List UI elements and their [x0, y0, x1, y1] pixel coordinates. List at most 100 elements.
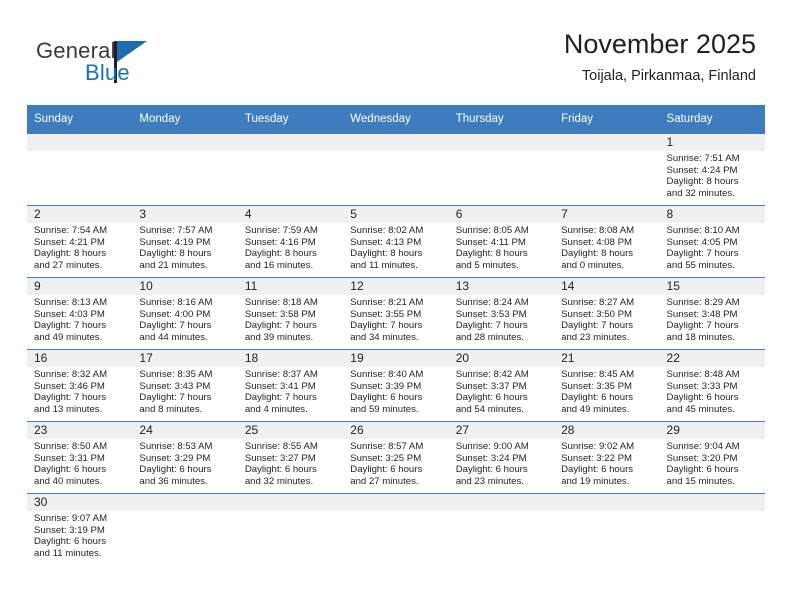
calendar-day-cell[interactable]: 19 Sunrise: 8:40 AM Sunset: 3:39 PM Dayligh…: [343, 349, 449, 422]
calendar-day-cell[interactable]: 10 Sunrise: 8:16 AM Sunset: 4:00 PM Dayligh…: [132, 277, 238, 350]
daylight-text-line1: Daylight: 7 hours: [350, 320, 423, 332]
weekday-header-saturday: Saturday: [659, 105, 765, 134]
sunrise-text: Sunrise: 8:13 AM: [34, 297, 108, 308]
day-details: Sunrise: 8:53 AM Sunset: 3:29 PM Daylight:…: [132, 439, 237, 487]
calendar-cell-inner: [132, 134, 238, 205]
calendar-day-cell[interactable]: 3 Sunrise: 7:57 AM Sunset: 4:19 PM Daylight…: [132, 205, 238, 278]
day-details: Sunrise: 8:27 AM Sunset: 3:50 PM Daylight:…: [554, 295, 659, 343]
day-number: 20: [448, 350, 555, 367]
sunrise-text: Sunrise: 9:00 AM: [455, 441, 529, 452]
sunset-text: Sunset: 3:41 PM: [244, 380, 316, 392]
calendar-day-cell[interactable]: 30 Sunrise: 9:07 AM Sunset: 3:19 PM Dayligh…: [27, 493, 133, 565]
sunset-text: Sunset: 3:43 PM: [139, 380, 211, 392]
calendar-cell-inner: 18 Sunrise: 8:37 AM Sunset: 3:41 PM Dayligh…: [237, 350, 344, 421]
brand-logo[interactable]: General Blue: [36, 38, 236, 90]
daylight-text-line1: Daylight: 7 hours: [34, 320, 106, 332]
calendar-cell-inner: 23 Sunrise: 8:50 AM Sunset: 3:31 PM Dayligh…: [27, 422, 133, 493]
calendar-day-cell[interactable]: 7 Sunrise: 8:08 AM Sunset: 4:08 PM Daylight…: [554, 205, 660, 278]
calendar-day-cell[interactable]: 8 Sunrise: 8:10 AM Sunset: 4:05 PM Daylight…: [659, 205, 765, 278]
daylight-text-line2: and 28 minutes.: [455, 331, 524, 343]
calendar-day-cell[interactable]: 9 Sunrise: 8:13 AM Sunset: 4:03 PM Daylight…: [27, 277, 133, 350]
calendar-cell-inner: 2 Sunrise: 7:54 AM Sunset: 4:21 PM Daylight…: [27, 206, 133, 277]
calendar-cell-inner: 5 Sunrise: 8:02 AM Sunset: 4:13 PM Daylight…: [343, 206, 449, 277]
calendar-day-cell[interactable]: 20 Sunrise: 8:42 AM Sunset: 3:37 PM Dayligh…: [448, 349, 555, 422]
day-number: [343, 494, 449, 511]
sunrise-text: Sunrise: 8:27 AM: [561, 297, 635, 308]
page-title: November 2025: [563, 29, 756, 59]
sunset-text: Sunset: 3:20 PM: [666, 452, 738, 464]
daylight-text-line2: and 0 minutes.: [561, 259, 625, 271]
day-number: [27, 134, 133, 151]
calendar-day-cell[interactable]: 1 Sunrise: 7:51 AM Sunset: 4:24 PM Daylight…: [659, 133, 765, 206]
calendar-cell-empty: [554, 133, 660, 206]
daylight-text-line1: Daylight: 6 hours: [244, 464, 317, 476]
calendar-cell-inner: 13 Sunrise: 8:24 AM Sunset: 3:53 PM Dayligh…: [448, 278, 555, 349]
calendar-day-cell[interactable]: 13 Sunrise: 8:24 AM Sunset: 3:53 PM Dayligh…: [448, 277, 555, 350]
calendar-day-cell[interactable]: 6 Sunrise: 8:05 AM Sunset: 4:11 PM Daylight…: [448, 205, 555, 278]
day-number: 11: [237, 278, 344, 295]
calendar-day-cell[interactable]: 18 Sunrise: 8:37 AM Sunset: 3:41 PM Dayligh…: [237, 349, 344, 422]
daylight-text-line1: Daylight: 7 hours: [139, 320, 212, 332]
day-number: 23: [27, 422, 133, 439]
calendar-day-cell[interactable]: 16 Sunrise: 8:32 AM Sunset: 3:46 PM Dayligh…: [27, 349, 133, 422]
day-number: 24: [132, 422, 238, 439]
daylight-text-line2: and 49 minutes.: [34, 331, 103, 343]
sunset-text: Sunset: 3:53 PM: [455, 308, 527, 320]
daylight-text-line1: Daylight: 8 hours: [666, 176, 739, 188]
day-details: Sunrise: 8:18 AM Sunset: 3:58 PM Daylight:…: [238, 295, 343, 343]
sunrise-text: Sunrise: 8:16 AM: [139, 297, 213, 308]
calendar-day-cell[interactable]: 23 Sunrise: 8:50 AM Sunset: 3:31 PM Dayligh…: [27, 421, 133, 494]
sunrise-text: Sunrise: 8:37 AM: [244, 369, 318, 380]
calendar-day-cell[interactable]: 2 Sunrise: 7:54 AM Sunset: 4:21 PM Daylight…: [27, 205, 133, 278]
calendar-cell-empty: [448, 493, 555, 565]
day-details: Sunrise: 9:07 AM Sunset: 3:19 PM Daylight:…: [27, 511, 132, 559]
calendar-day-cell[interactable]: 29 Sunrise: 9:04 AM Sunset: 3:20 PM Dayligh…: [659, 421, 765, 494]
daylight-text-line1: Daylight: 7 hours: [244, 320, 317, 332]
calendar-cell-inner: 3 Sunrise: 7:57 AM Sunset: 4:19 PM Daylight…: [132, 206, 238, 277]
calendar-table: Sunday Monday Tuesday Wednesday Thursday…: [27, 105, 765, 565]
daylight-text-line1: Daylight: 6 hours: [666, 464, 739, 476]
calendar-day-cell[interactable]: 15 Sunrise: 8:29 AM Sunset: 3:48 PM Dayligh…: [659, 277, 765, 350]
calendar-cell-inner: 17 Sunrise: 8:35 AM Sunset: 3:43 PM Dayligh…: [132, 350, 238, 421]
calendar-cell-empty: [554, 493, 660, 565]
daylight-text-line2: and 55 minutes.: [666, 259, 735, 271]
daylight-text-line1: Daylight: 8 hours: [561, 248, 634, 260]
calendar-day-cell[interactable]: 24 Sunrise: 8:53 AM Sunset: 3:29 PM Dayligh…: [132, 421, 238, 494]
day-number: 9: [27, 278, 133, 295]
calendar-day-cell[interactable]: 27 Sunrise: 9:00 AM Sunset: 3:24 PM Dayligh…: [448, 421, 555, 494]
daylight-text-line1: Daylight: 6 hours: [666, 392, 739, 404]
calendar-cell-inner: [237, 134, 344, 205]
calendar-day-cell[interactable]: 17 Sunrise: 8:35 AM Sunset: 3:43 PM Dayligh…: [132, 349, 238, 422]
calendar-cell-inner: 1 Sunrise: 7:51 AM Sunset: 4:24 PM Daylight…: [659, 134, 765, 205]
calendar-day-cell[interactable]: 26 Sunrise: 8:57 AM Sunset: 3:25 PM Dayligh…: [343, 421, 449, 494]
sunset-text: Sunset: 4:21 PM: [34, 236, 105, 248]
calendar-day-cell[interactable]: 21 Sunrise: 8:45 AM Sunset: 3:35 PM Dayligh…: [554, 349, 660, 422]
day-number: 12: [343, 278, 449, 295]
daylight-text-line1: Daylight: 7 hours: [244, 392, 317, 404]
daylight-text-line2: and 45 minutes.: [666, 403, 735, 415]
daylight-text-line2: and 36 minutes.: [139, 475, 208, 487]
weekday-header-monday: Monday: [132, 105, 238, 134]
calendar-day-cell[interactable]: 28 Sunrise: 9:02 AM Sunset: 3:22 PM Dayligh…: [554, 421, 660, 494]
calendar-day-cell[interactable]: 12 Sunrise: 8:21 AM Sunset: 3:55 PM Dayligh…: [343, 277, 449, 350]
daylight-text-line1: Daylight: 7 hours: [666, 320, 739, 332]
day-details: Sunrise: 7:59 AM Sunset: 4:16 PM Daylight:…: [238, 223, 343, 271]
daylight-text-line1: Daylight: 7 hours: [666, 248, 739, 260]
calendar-day-cell[interactable]: 25 Sunrise: 8:55 AM Sunset: 3:27 PM Dayligh…: [237, 421, 344, 494]
day-details: Sunrise: 9:02 AM Sunset: 3:22 PM Daylight:…: [554, 439, 659, 487]
day-number: 26: [343, 422, 449, 439]
calendar-day-cell[interactable]: 11 Sunrise: 8:18 AM Sunset: 3:58 PM Dayligh…: [237, 277, 344, 350]
calendar-day-cell[interactable]: 5 Sunrise: 8:02 AM Sunset: 4:13 PM Daylight…: [343, 205, 449, 278]
sunset-text: Sunset: 4:05 PM: [666, 236, 738, 248]
daylight-text-line2: and 23 minutes.: [561, 331, 630, 343]
daylight-text-line1: Daylight: 8 hours: [455, 248, 528, 260]
calendar-day-cell[interactable]: 22 Sunrise: 8:48 AM Sunset: 3:33 PM Dayligh…: [659, 349, 765, 422]
calendar-cell-inner: [448, 134, 555, 205]
calendar-cell-inner: [554, 134, 660, 205]
page-header: General Blue November 2025 Toijala, Pirk…: [0, 0, 792, 103]
sunrise-text: Sunrise: 8:53 AM: [139, 441, 213, 452]
calendar-day-cell[interactable]: 4 Sunrise: 7:59 AM Sunset: 4:16 PM Daylight…: [237, 205, 344, 278]
calendar-day-cell[interactable]: 14 Sunrise: 8:27 AM Sunset: 3:50 PM Dayligh…: [554, 277, 660, 350]
calendar-cell-inner: 21 Sunrise: 8:45 AM Sunset: 3:35 PM Dayligh…: [554, 350, 660, 421]
day-number: [554, 134, 660, 151]
